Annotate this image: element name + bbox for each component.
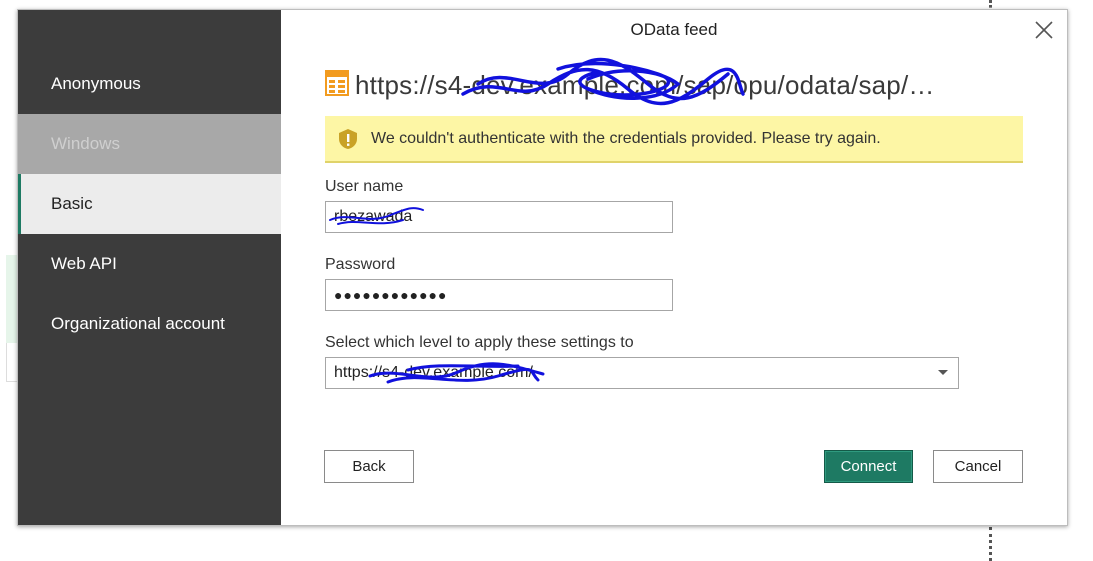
username-label: User name — [325, 178, 404, 195]
odata-credentials-dialog: Anonymous Windows Basic Web API Organiza… — [17, 9, 1068, 526]
password-label: Password — [325, 256, 396, 273]
warning-shield-icon — [337, 128, 359, 150]
connect-button[interactable]: Connect — [824, 450, 913, 483]
password-input[interactable] — [325, 279, 673, 311]
auth-method-sidebar: Anonymous Windows Basic Web API Organiza… — [18, 10, 281, 525]
sidebar-item-basic[interactable]: Basic — [18, 174, 281, 234]
feed-url: https://s4-dev.example.com/sap/opu/odata… — [355, 69, 935, 100]
back-button[interactable]: Back — [324, 450, 414, 483]
cancel-button[interactable]: Cancel — [933, 450, 1023, 483]
background-dotted-line-bottom — [989, 527, 995, 561]
username-input[interactable] — [325, 201, 673, 233]
odata-feed-icon — [325, 69, 349, 101]
sidebar-item-web-api[interactable]: Web API — [18, 234, 281, 294]
auth-error-message: We couldn't authenticate with the creden… — [371, 129, 881, 147]
level-select-value: https://s4-dev.example.com/ — [334, 364, 533, 381]
feed-url-row: https://s4-dev.example.com/sap/opu/odata… — [325, 67, 1035, 103]
sidebar-item-anonymous[interactable]: Anonymous — [18, 54, 281, 114]
sidebar-item-organizational-account[interactable]: Organizational account — [18, 294, 281, 354]
auth-error-banner: We couldn't authenticate with the creden… — [325, 116, 1023, 163]
background-dotted-line-top — [989, 0, 995, 8]
level-label: Select which level to apply these settin… — [325, 334, 634, 351]
chevron-down-icon[interactable] — [938, 370, 948, 375]
dialog-title: OData feed — [630, 20, 718, 39]
close-icon[interactable] — [1032, 18, 1056, 42]
level-select[interactable]: https://s4-dev.example.com/ — [325, 357, 959, 389]
sidebar-item-windows[interactable]: Windows — [18, 114, 281, 174]
